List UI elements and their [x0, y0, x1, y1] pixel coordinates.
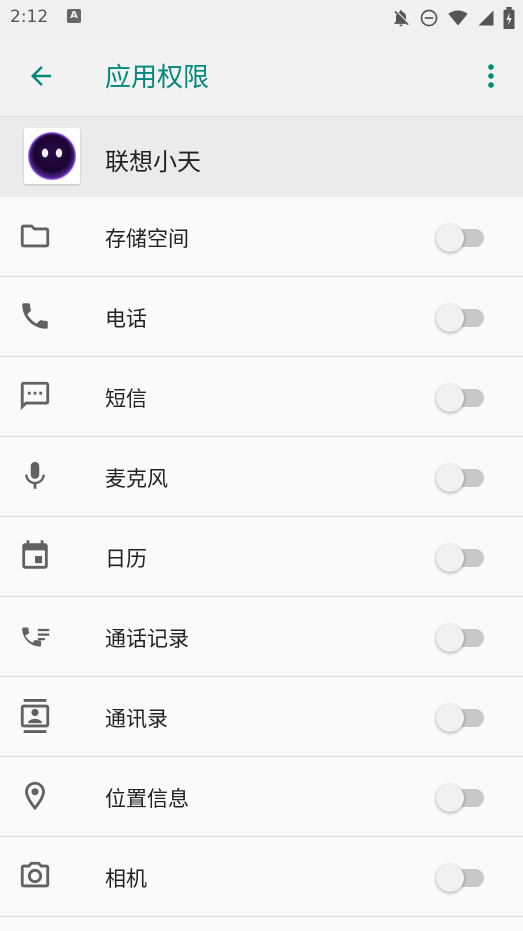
folder-icon [20, 224, 50, 248]
permission-row-microphone[interactable]: 麦克风 [0, 437, 523, 517]
wifi-icon [448, 10, 468, 26]
permission-row-storage[interactable]: 存储空间 [0, 197, 523, 277]
sms-icon [20, 381, 50, 411]
permission-switch[interactable] [436, 784, 486, 812]
permission-switch[interactable] [436, 544, 486, 572]
permission-switch[interactable] [436, 624, 486, 652]
arrow-back-icon[interactable] [26, 61, 56, 91]
cellular-icon [478, 10, 494, 26]
permission-list: 存储空间 电话 短信 麦克风 日历 通话记录 通讯录 位置信息 相机 [0, 197, 523, 917]
permission-row-phone[interactable]: 电话 [0, 277, 523, 357]
permission-switch[interactable] [436, 304, 486, 332]
status-bar: 2:12 A [0, 0, 523, 35]
notifications-off-icon [394, 10, 409, 27]
do-not-disturb-icon [420, 9, 438, 27]
permission-row-contacts[interactable]: 通讯录 [0, 677, 523, 757]
camera-icon [20, 861, 50, 888]
permission-label: 相机 [105, 867, 147, 891]
contacts-icon [20, 699, 50, 733]
permission-label: 麦克风 [105, 467, 168, 491]
permission-row-sms[interactable]: 短信 [0, 357, 523, 437]
app-name: 联想小天 [105, 148, 201, 176]
app-header: 联想小天 [0, 117, 523, 197]
app-bar: 应用权限 [0, 35, 523, 117]
status-time: 2:12 [10, 7, 49, 27]
page-title: 应用权限 [105, 63, 210, 93]
app-icon [24, 128, 80, 184]
permission-label: 日历 [105, 547, 147, 571]
permission-switch[interactable] [436, 384, 486, 412]
permission-switch[interactable] [436, 224, 486, 252]
permission-switch[interactable] [436, 864, 486, 892]
permission-row-calendar[interactable]: 日历 [0, 517, 523, 597]
permission-switch[interactable] [436, 704, 486, 732]
calendar-icon [22, 540, 48, 569]
permission-switch[interactable] [436, 464, 486, 492]
permission-label: 通话记录 [105, 627, 189, 651]
permission-row-camera[interactable]: 相机 [0, 837, 523, 917]
status-icons [391, 7, 515, 29]
permission-label: 存储空间 [105, 227, 189, 251]
permission-row-location[interactable]: 位置信息 [0, 757, 523, 837]
app-logo-icon [28, 132, 76, 180]
location-icon [25, 781, 45, 811]
permission-label: 位置信息 [105, 787, 189, 811]
notification-app-icon: A [67, 9, 81, 23]
phone-icon [22, 303, 48, 329]
permission-label: 通讯录 [105, 707, 168, 731]
permission-label: 短信 [105, 387, 147, 411]
call-log-icon [22, 627, 50, 647]
permission-row-call-log[interactable]: 通话记录 [0, 597, 523, 677]
permission-label: 电话 [105, 307, 147, 331]
more-vert-icon[interactable] [480, 61, 502, 91]
microphone-icon [25, 461, 45, 489]
battery-icon [503, 7, 515, 29]
